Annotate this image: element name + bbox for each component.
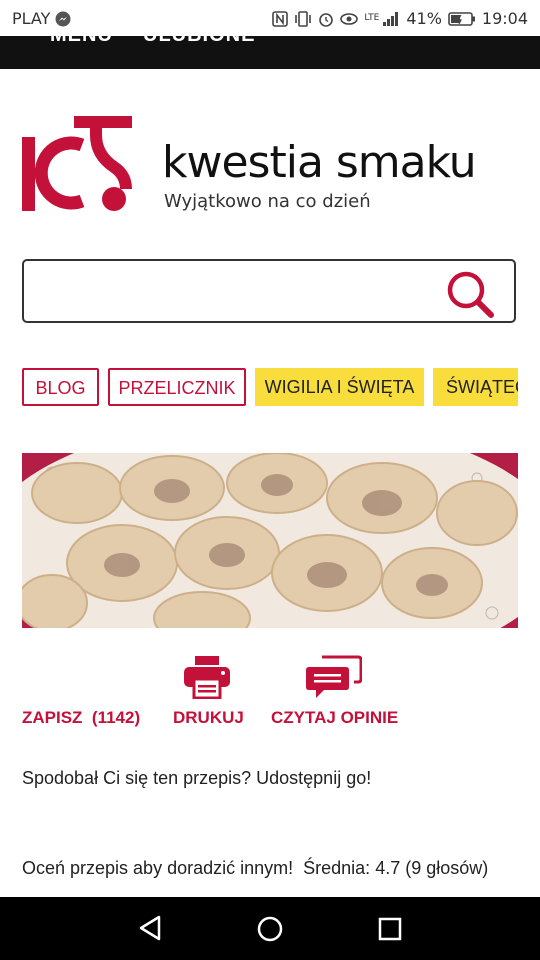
recipe-photo <box>22 453 518 628</box>
nav-menu-link[interactable]: MENU <box>50 36 113 47</box>
status-bar: PLAY LTE 41% 19:04 <box>0 0 540 36</box>
rating-average: 4.7 <box>375 858 401 878</box>
rating-line: Oceń przepis aby doradzić innym! Średnia… <box>22 858 488 879</box>
rating-votes: (9 głosów) <box>405 858 489 878</box>
clock: 19:04 <box>481 9 528 28</box>
reviews-button[interactable]: CZYTAJ OPINIE <box>271 708 398 728</box>
category-tags: BLOG PRZELICZNIK WIGILIA I ŚWIĘTA ŚWIĄTE… <box>22 368 518 408</box>
system-nav-bar <box>0 897 540 960</box>
battery-icon <box>448 11 475 26</box>
battery-percent: 41% <box>406 9 442 28</box>
comments-icon[interactable] <box>306 655 362 699</box>
carrier-label: PLAY <box>12 9 51 28</box>
top-nav: MENU ULUBIONE <box>0 36 540 69</box>
messenger-icon <box>55 11 71 26</box>
alarm-icon <box>319 12 334 27</box>
tag-wigilia[interactable]: WIGILIA I ŚWIĘTA <box>255 368 424 406</box>
search-box <box>22 259 516 323</box>
nav-favorites-link[interactable]: ULUBIONE <box>143 36 255 47</box>
home-icon[interactable] <box>257 916 283 942</box>
network-type-label: LTE <box>364 13 380 23</box>
tag-blog[interactable]: BLOG <box>22 368 99 406</box>
save-count: (1142) <box>91 708 141 727</box>
tag-przelicznik[interactable]: PRZELICZNIK <box>108 368 246 406</box>
eye-icon <box>340 12 359 25</box>
vibrate-icon <box>295 10 312 27</box>
signal-icon <box>383 11 399 26</box>
save-label: ZAPISZ <box>22 708 83 727</box>
save-button[interactable]: ZAPISZ (1142) <box>22 708 140 728</box>
back-icon[interactable] <box>137 914 163 942</box>
recents-icon[interactable] <box>378 917 402 941</box>
print-button[interactable]: DRUKUJ <box>173 708 244 728</box>
nfc-icon <box>272 10 289 27</box>
search-input[interactable] <box>34 271 438 313</box>
rating-prompt: Oceń przepis aby doradzić innym! <box>22 858 294 878</box>
share-prompt: Spodobał Ci się ten przepis? Udostępnij … <box>22 768 372 788</box>
brand-name[interactable]: kwestia smaku <box>162 133 477 193</box>
printer-icon[interactable] <box>183 655 231 699</box>
kwestia-smaku-logo-icon[interactable] <box>22 115 134 215</box>
tag-swiateczne[interactable]: ŚWIĄTEC <box>433 368 518 406</box>
search-icon[interactable] <box>446 270 496 320</box>
brand-tagline: Wyjątkowo na co dzień <box>164 191 371 212</box>
rating-average-label: Średnia: <box>303 858 371 878</box>
